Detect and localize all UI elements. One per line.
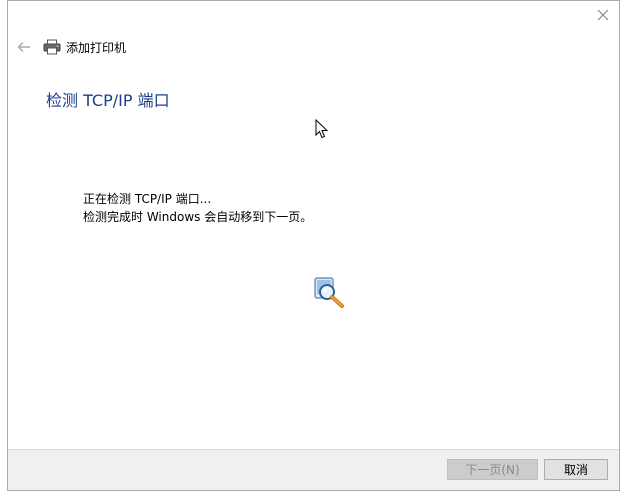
- close-button[interactable]: [593, 5, 613, 25]
- navigation-bar: 添加打印机: [14, 37, 126, 57]
- back-arrow-icon: [17, 42, 30, 52]
- cancel-button[interactable]: 取消: [544, 459, 608, 480]
- status-message: 正在检测 TCP/IP 端口... 检测完成时 Windows 会自动移到下一页…: [83, 190, 312, 226]
- printer-icon: [42, 37, 62, 57]
- status-line-detecting: 正在检测 TCP/IP 端口...: [83, 192, 212, 206]
- add-printer-window: 添加打印机 检测 TCP/IP 端口 正在检测 TCP/IP 端口... 检测完…: [7, 0, 620, 491]
- back-button[interactable]: [14, 37, 34, 57]
- page-heading: 检测 TCP/IP 端口: [46, 91, 170, 110]
- status-line-auto-advance: 检测完成时 Windows 会自动移到下一页。: [83, 210, 313, 224]
- magnifier-search-icon: [314, 277, 344, 308]
- next-button[interactable]: 下一页(N): [447, 459, 538, 480]
- dialog-footer: 下一页(N) 取消: [8, 449, 619, 490]
- mouse-cursor-icon: [315, 119, 329, 139]
- close-icon: [597, 9, 609, 21]
- window-title: 添加打印机: [66, 40, 127, 55]
